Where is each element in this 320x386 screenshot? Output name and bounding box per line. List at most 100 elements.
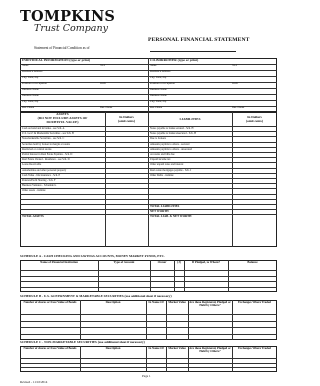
individual-field-label: Residence Address [22, 70, 43, 74]
asset-row-line [20, 214, 277, 216]
info-row-line [20, 69, 277, 71]
logo-name: TOMPKINS [20, 8, 116, 25]
liabilities-cents-note: (omit cents) [245, 119, 264, 123]
schedule-row-line [20, 362, 277, 364]
schedule-header-line [20, 270, 277, 271]
schedule-column-header: Description [105, 346, 121, 350]
coborrower-field-label: Res. Phone [150, 106, 163, 110]
coborrower-field-label: Name [150, 64, 157, 68]
liability-label: Amounts payable to others - secured [150, 142, 190, 146]
asset-label: Pension/Profit Sharing - Sch. F [22, 179, 56, 182]
asset-row-line [20, 146, 277, 148]
individual-field-label-2: Bus. Phone [100, 106, 113, 110]
schedule-column-header: Exchanges Where Traded [238, 300, 271, 304]
individual-heading: INDIVIDUAL INFORMATION (type or print) [22, 58, 91, 62]
coborrower-field-label: City, State, Zip [150, 76, 167, 80]
asset-row-line [20, 198, 277, 200]
liability-label: Due to brokers [150, 137, 166, 141]
statement-date-field[interactable] [150, 51, 236, 52]
coborrower-field-label: Position or Occupation [150, 82, 175, 86]
asset-row-line [20, 178, 277, 179]
info-row-line [20, 87, 277, 89]
revised-date: Revised - 11/10/2014 [20, 380, 48, 384]
liability-label: Other Debts - itemize: [150, 173, 174, 177]
schedule-column-header: Description [105, 300, 121, 304]
liability-label: Real estate mortgages payable - Sch. I [150, 168, 192, 172]
schedule-column-header: Type of Account [113, 260, 135, 264]
individual-field-label: Res. Phone [22, 106, 35, 110]
coborrower-field-label: Business Name [150, 88, 167, 92]
asset-label: Real Estate Owned - Residence - see Sch.… [22, 158, 70, 162]
asset-label: U.S. Gov't & Marketable Securities - see… [22, 132, 74, 136]
asset-label: Business Ventures - Schedule G [22, 184, 57, 188]
form-title: PERSONAL FINANCIAL STATEMENT [148, 37, 250, 43]
coborrower-heading: CO-BORROWER (type or print) [150, 58, 199, 62]
schedule-column-header: Name of Financial Institution [40, 260, 78, 264]
asset-label: Cash Value - life insurance - Sch. E [22, 173, 61, 177]
coborrower-field-label: Business Name [150, 94, 167, 98]
coborrower-field-label-2: Bus. Phone [232, 106, 245, 110]
asset-row-line [20, 209, 277, 211]
assets-heading-3: DOUBTFUL VALUE) [46, 120, 79, 124]
coborrower-field-label: City, State, Zip [150, 100, 167, 104]
schedule-row-line [20, 320, 277, 322]
asset-label: Automobiles and other personal property [22, 168, 67, 172]
asset-row-line [20, 188, 277, 190]
assets-cents-note: (omit cents) [117, 119, 136, 123]
schedule-column-header: Exchanges Where Traded [238, 346, 271, 350]
individual-field-label: Position or Occupation [22, 82, 47, 86]
schedule-column-header: Balance [247, 260, 258, 264]
schedule-row-line [20, 286, 277, 288]
info-row-line [20, 99, 277, 101]
net-worth-label: NET WORTH [150, 209, 169, 214]
liability-label: Accounts and bills due [150, 153, 175, 156]
schedule-column-header: In Name Of [148, 346, 164, 350]
schedule-row-line [20, 327, 277, 328]
individual-field-label-2: DOB [100, 82, 106, 86]
coborrower-field-label-2: SS # [232, 64, 238, 68]
liability-label: Notes payable to banks secured - Sch. H [150, 127, 194, 130]
total-assets-label: TOTAL ASSETS [22, 214, 44, 219]
schedule-column-header: Number of shares or Face Value of Bonds [23, 300, 77, 304]
schedule-header-line [20, 358, 277, 359]
asset-row-line [20, 204, 277, 205]
schedule-column-header: Owner [157, 260, 167, 264]
schedule-column-header: (J) [177, 260, 181, 264]
schedule-row-line [20, 333, 277, 335]
schedule-column-header: If Pledged, to Whom? [192, 260, 220, 264]
liabilities-heading: LIABILITIES [179, 117, 201, 121]
schedule-row-line [20, 367, 277, 369]
coborrower-field-label-2: DOB [232, 82, 238, 86]
logo-sub: Trust Company [34, 23, 108, 34]
schedule-row-line [20, 281, 277, 282]
schedule-header-line [20, 314, 277, 315]
liability-label: Amounts payable to others - unsecured [150, 147, 193, 151]
asset-row-line [20, 193, 277, 195]
liability-label: Unpaid income tax [150, 158, 171, 162]
schedule-a-heading: SCHEDULE A - CASH CHECKING AND SAVINGS A… [20, 254, 165, 258]
asset-label: Restricted or control stocks [22, 147, 52, 151]
asset-label: Partial Interest in Real Estate Equities… [22, 153, 73, 156]
info-row-line [20, 93, 277, 95]
individual-field-label: Business Name [22, 94, 39, 98]
page-number: Page 1 [142, 374, 151, 378]
schedule-b-heading: SCHEDULE B - U.S. GOVERNMENT & MARKETABL… [20, 294, 172, 298]
liability-label: Notes payable to banks unsecured - Sch. … [150, 132, 197, 136]
individual-field-label: City, State, Zip [22, 100, 39, 104]
individual-field-label: Name [22, 64, 29, 68]
form-page: TOMPKINS Trust Company PERSONAL FINANCIA… [0, 0, 298, 386]
individual-field-label: Business Name [22, 88, 39, 92]
individual-field-label: City, State, Zip [22, 76, 39, 80]
asset-label: Cash on hand and in banks - see Sch. A [22, 127, 65, 130]
total-liab-net-worth-label: TOTAL LIAB. & NET WORTH [150, 214, 192, 219]
asset-label: Non-marketable Securities - see Sch. C [22, 137, 65, 141]
schedule-row-line [20, 275, 277, 277]
schedule-column-header: Market Value [168, 300, 186, 304]
liability-label: Other unpaid taxes and interest [150, 163, 184, 167]
statement-of-label: Statement of Financial Condition as of [34, 46, 90, 50]
asset-row-line [20, 162, 277, 164]
tompkins-logo: TOMPKINS Trust Company [20, 8, 116, 34]
info-row-line [20, 81, 277, 83]
schedule-column-header: Are these Registered, Pledged or Held by… [189, 300, 231, 308]
schedule-column-header: Are these Registered, Pledged or Held by… [189, 346, 231, 354]
